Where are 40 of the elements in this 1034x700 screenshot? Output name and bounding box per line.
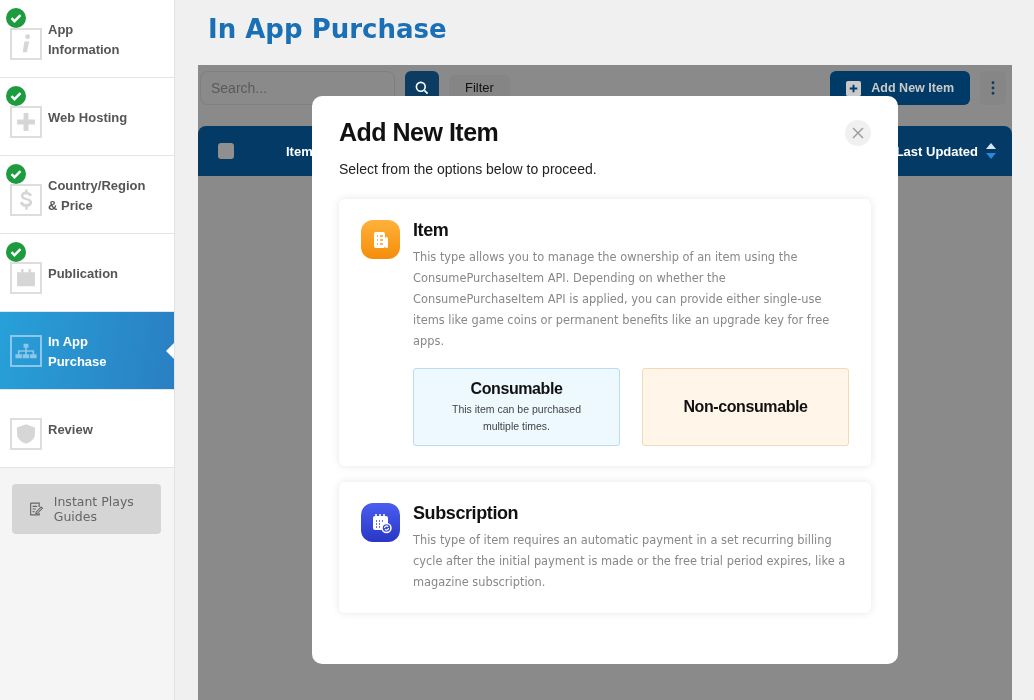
close-button[interactable] xyxy=(845,119,871,146)
dialog-subtitle: Select from the options below to proceed. xyxy=(339,161,598,177)
sidebar-item[interactable]: App Information xyxy=(0,0,174,78)
info-icon xyxy=(10,27,42,60)
step-label: Publication xyxy=(48,264,119,283)
type-button[interactable]: Non-consumable xyxy=(642,368,849,446)
type-button[interactable]: Consumable This item can be purchased multiple times. xyxy=(413,368,620,446)
sidebar-item[interactable]: Web Hosting xyxy=(0,78,174,156)
close-icon xyxy=(852,126,864,139)
page-title: In App Purchase xyxy=(208,14,448,46)
step-label: In App Purchase xyxy=(48,332,108,371)
step-label: Review xyxy=(48,420,93,439)
option-description: This type of item requires an automatic payment in a set recurring billing cycle after the initial payment is made or the free trial period expires, like a magazine subscription. xyxy=(413,532,847,591)
sort-icon[interactable] xyxy=(986,141,996,161)
sidebar-item[interactable]: Country/Region & Price xyxy=(0,156,174,234)
option-card[interactable]: Subscription This type of item requires an automatic payment in a set recurring billing cycle after the initial payment is made or the free trial period expires, like a magazine subscription. xyxy=(339,482,871,613)
shield-icon xyxy=(10,417,42,450)
step-label: Web Hosting xyxy=(48,108,128,127)
more-button[interactable] xyxy=(980,71,1006,105)
search-icon xyxy=(414,80,430,96)
document-icon xyxy=(361,220,400,259)
plus-icon xyxy=(846,80,862,96)
more-icon xyxy=(991,81,995,95)
guides-button[interactable]: Instant Plays Guides xyxy=(12,484,161,534)
sidebar-item[interactable]: Review xyxy=(0,390,174,468)
step-label: Country/Region & Price xyxy=(48,176,147,215)
dialog-title: Add New Item xyxy=(339,118,499,147)
column-header[interactable]: Item xyxy=(286,143,313,159)
step-label: App Information xyxy=(48,20,121,59)
hierarchy-icon xyxy=(10,334,42,367)
option-title: Subscription xyxy=(413,503,520,524)
plus-icon xyxy=(10,105,42,138)
dollar-icon xyxy=(10,183,42,216)
option-title: Item xyxy=(413,220,450,241)
option-description: This type allows you to manage the ownership of an item using the ConsumePurchaseItem API. Depending on whether the ConsumePurchaseItem API is applied, you can provide either single-use items like game coins or permanent benefits like an upgrade key for free apps. xyxy=(413,249,831,350)
option-card[interactable] xyxy=(339,199,871,466)
calendar-icon xyxy=(361,503,400,542)
select-all-checkbox[interactable] xyxy=(218,143,234,159)
sidebar-item[interactable]: Publication xyxy=(0,234,174,312)
calendar-icon xyxy=(10,261,42,294)
